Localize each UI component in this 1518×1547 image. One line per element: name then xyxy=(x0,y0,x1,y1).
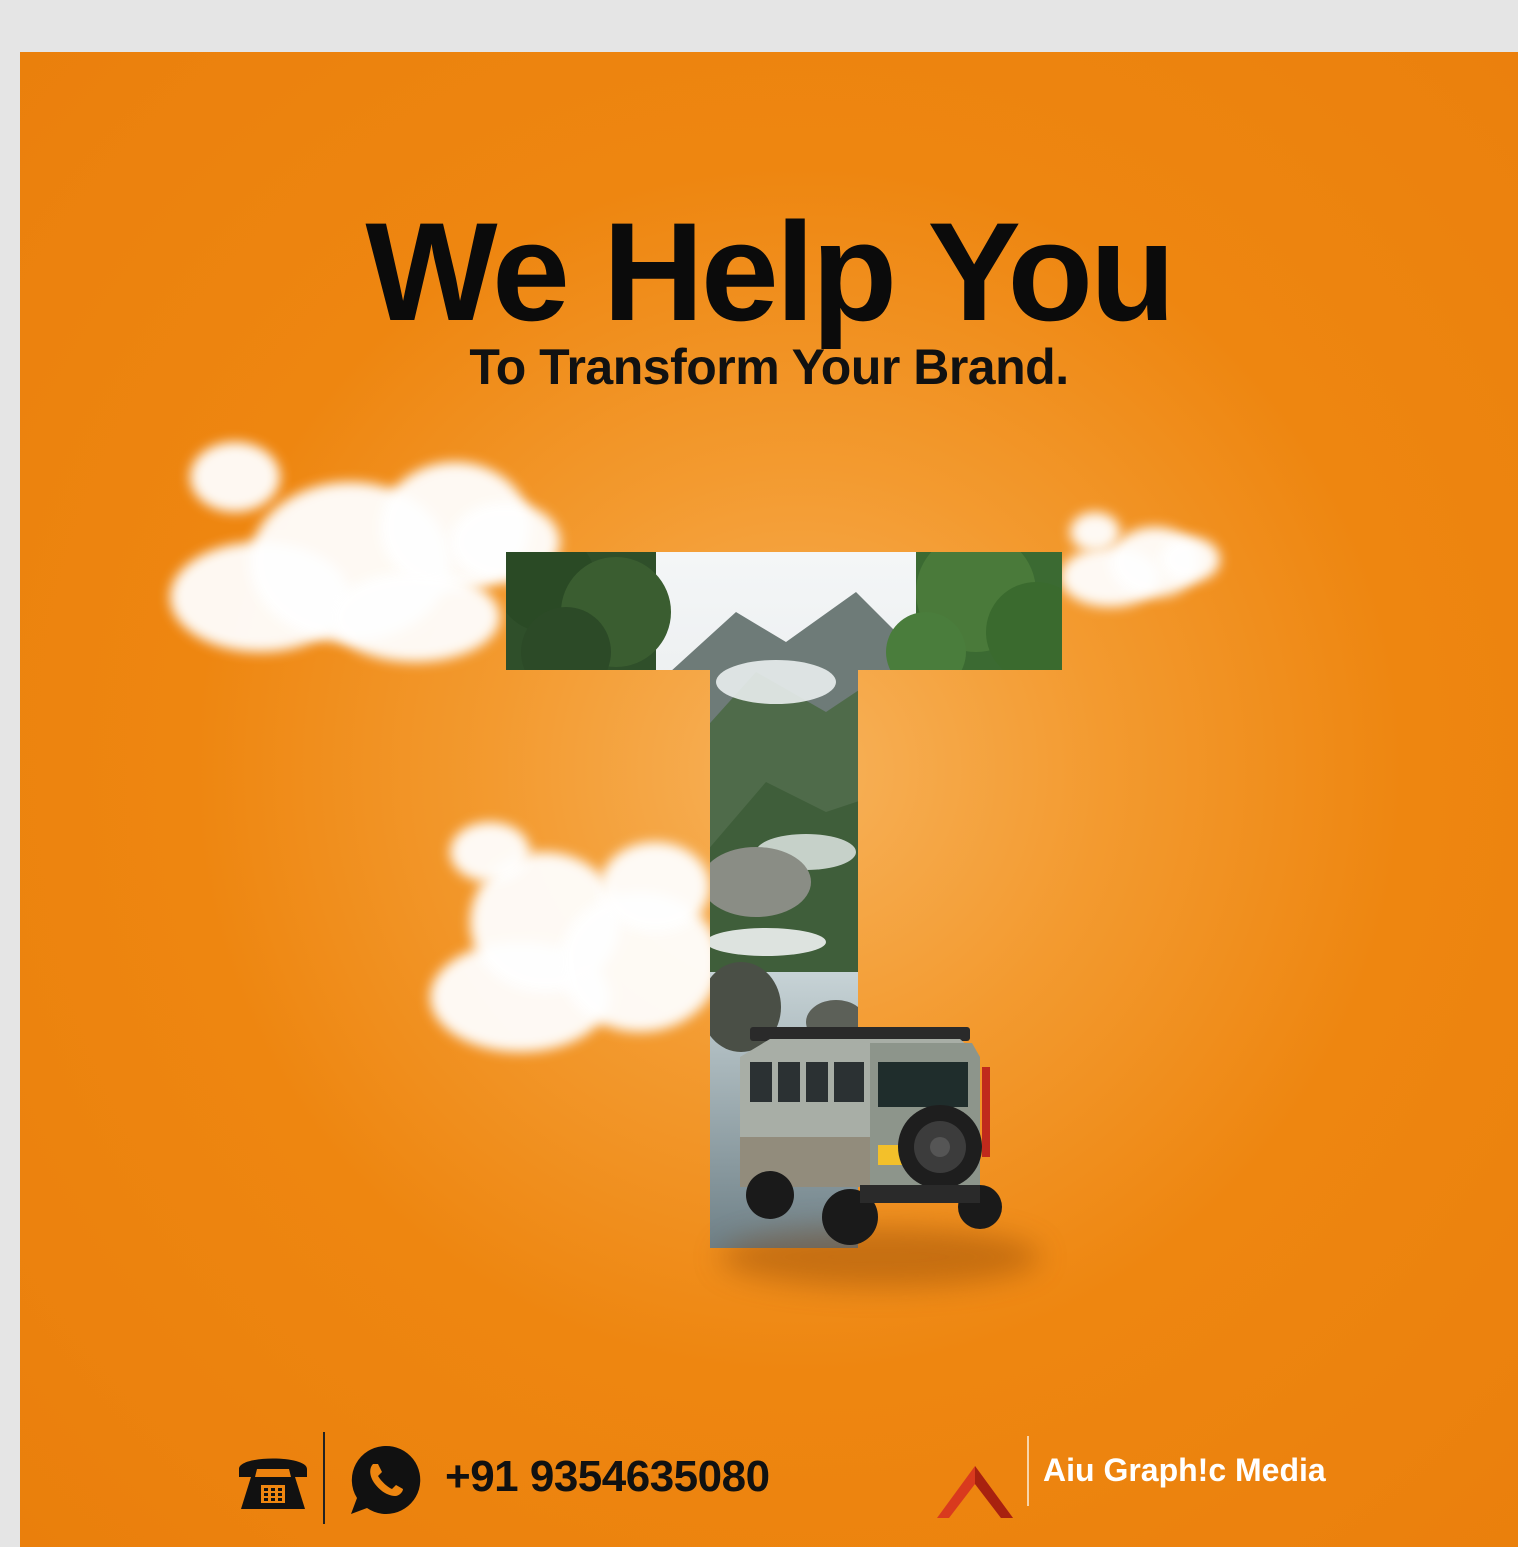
whatsapp-icon[interactable] xyxy=(345,1440,425,1520)
phone-number[interactable]: +91 9354635080 xyxy=(445,1452,770,1502)
brand-signature: Aiu Graph!c Media xyxy=(935,1432,1355,1532)
cloud-top-right xyxy=(1050,507,1230,617)
headline: We Help You xyxy=(365,193,1175,350)
subheadline: To Transform Your Brand. xyxy=(469,339,1069,395)
chevron-logo-icon xyxy=(937,1466,1013,1518)
offroad-vehicle-icon xyxy=(740,1027,1002,1245)
brand-divider xyxy=(1027,1436,1029,1506)
telephone-icon[interactable] xyxy=(233,1447,313,1517)
contact-divider xyxy=(323,1432,325,1524)
brand-name: Aiu Graph!c Media xyxy=(1043,1452,1326,1488)
poster-canvas: We Help You To Transform Your Brand. +91… xyxy=(20,52,1518,1547)
